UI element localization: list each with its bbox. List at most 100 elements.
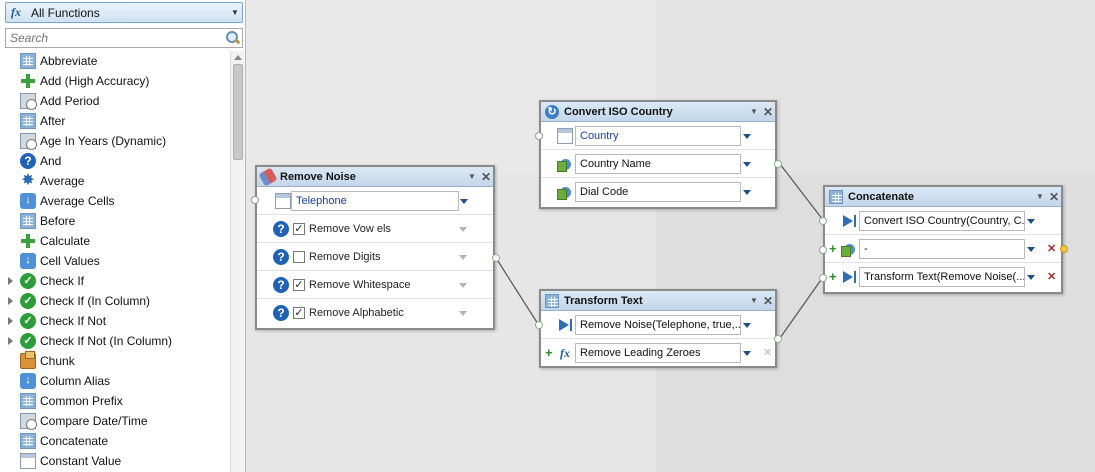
remove-icon[interactable]: ✕ (763, 346, 772, 359)
chevron-down-icon[interactable] (460, 199, 468, 204)
node-header[interactable]: Remove Noise ▼ ✕ (257, 166, 493, 187)
check-circle-icon: ✓ (20, 333, 36, 349)
function-list-item[interactable]: ↓ Cell Values (0, 251, 230, 271)
add-icon[interactable]: + (545, 345, 553, 360)
chevron-down-icon[interactable] (459, 227, 467, 232)
chevron-down-icon[interactable] (743, 190, 751, 195)
close-icon[interactable]: ✕ (1047, 190, 1061, 204)
parameter-field[interactable]: Dial Code (575, 182, 741, 202)
chevron-down-icon[interactable] (743, 323, 751, 328)
chevron-down-icon[interactable] (743, 134, 751, 139)
function-category-dropdown[interactable]: fx All Functions ▼ (5, 2, 243, 23)
close-icon[interactable]: ✕ (761, 105, 775, 119)
function-list-item[interactable]: ✓ Check If (0, 271, 230, 291)
chevron-down-icon[interactable] (1027, 247, 1035, 252)
option-checkbox[interactable] (293, 251, 305, 263)
function-list-item[interactable]: Concatenate (0, 431, 230, 451)
function-list-scrollbar[interactable] (230, 51, 245, 472)
parameter-field[interactable]: - (859, 239, 1025, 259)
function-list-item[interactable]: Calculate (0, 231, 230, 251)
function-list-item[interactable]: Before (0, 211, 230, 231)
workflow-canvas[interactable]: Remove Noise ▼ ✕ Telephone ? ✓ Remove Vow … (246, 0, 1095, 472)
remove-icon[interactable]: ✕ (1047, 270, 1056, 283)
function-list-item[interactable]: ? And (0, 151, 230, 171)
parameter-field[interactable]: Country Name (575, 154, 741, 174)
node-menu-icon[interactable]: ▼ (1033, 192, 1047, 201)
parameter-field[interactable]: Convert ISO Country(Country, C... (859, 211, 1025, 231)
input-port[interactable] (535, 321, 543, 329)
node-header[interactable]: Concatenate ▼ ✕ (825, 187, 1061, 207)
expand-arrow-icon[interactable] (8, 297, 13, 305)
function-list-item[interactable]: Add (High Accuracy) (0, 71, 230, 91)
scroll-up-arrow-icon[interactable] (234, 55, 242, 60)
input-port[interactable] (819, 246, 827, 254)
function-list-item[interactable]: Common Prefix (0, 391, 230, 411)
input-port[interactable] (819, 274, 827, 282)
table-icon (20, 453, 36, 469)
function-sidebar: fx All Functions ▼ Abbreviate Add (High A… (0, 0, 246, 472)
function-list: Abbreviate Add (High Accuracy) Add Period A… (0, 51, 230, 471)
option-checkbox[interactable]: ✓ (293, 307, 305, 319)
function-list-item[interactable]: ✓ Check If (In Column) (0, 291, 230, 311)
node-menu-icon[interactable]: ▼ (747, 107, 761, 116)
chevron-down-icon[interactable] (459, 311, 467, 316)
add-icon[interactable]: + (829, 269, 837, 284)
input-port[interactable] (819, 217, 827, 225)
node-header[interactable]: Transform Text ▼ ✕ (541, 291, 775, 311)
function-list-item[interactable]: ↓ Column Alias (0, 371, 230, 391)
function-search (5, 28, 243, 48)
table-icon (275, 193, 291, 209)
remove-icon[interactable]: ✕ (1047, 242, 1056, 255)
add-icon[interactable]: + (829, 241, 837, 256)
remove-noise-node[interactable]: Remove Noise ▼ ✕ Telephone ? ✓ Remove Vow … (251, 165, 500, 330)
function-list-item[interactable]: ✓ Check If Not (In Column) (0, 331, 230, 351)
output-port[interactable] (492, 254, 500, 262)
chevron-down-icon[interactable] (1027, 219, 1035, 224)
function-list-item[interactable]: Age In Years (Dynamic) (0, 131, 230, 151)
function-list-item-label: Check If Not (In Column) (40, 334, 173, 348)
function-list-item[interactable]: ↓ Average Cells (0, 191, 230, 211)
function-list-item[interactable]: Constant Value (0, 451, 230, 471)
function-list-item[interactable]: Compare Date/Time (0, 411, 230, 431)
parameter-field[interactable]: Remove Leading Zeroes (575, 343, 741, 363)
chevron-down-icon[interactable] (1027, 275, 1035, 280)
close-icon[interactable]: ✕ (479, 170, 493, 184)
node-menu-icon[interactable]: ▼ (465, 172, 479, 181)
option-checkbox[interactable]: ✓ (293, 223, 305, 235)
output-port[interactable] (774, 160, 782, 168)
function-list-item[interactable]: Add Period (0, 91, 230, 111)
parameter-field[interactable]: Remove Noise(Telephone, true,... (575, 315, 741, 335)
chevron-down-icon[interactable] (743, 351, 751, 356)
wire-transform-text-to-concatenate (779, 276, 824, 339)
convert-iso-country-node[interactable]: ↻ Convert ISO Country ▼ ✕ Country Country… (535, 100, 782, 209)
expand-arrow-icon[interactable] (8, 337, 13, 345)
output-port[interactable] (1060, 245, 1068, 253)
fx-icon: fx (11, 5, 21, 19)
function-list-item[interactable]: ✓ Check If Not (0, 311, 230, 331)
parameter-field[interactable]: Transform Text(Remove Noise(... (859, 267, 1025, 287)
transform-text-node[interactable]: Transform Text ▼ ✕ Remove Noise(Telephon… (535, 289, 782, 368)
function-list-item[interactable]: Chunk (0, 351, 230, 371)
node-menu-icon[interactable]: ▼ (747, 296, 761, 305)
function-list-item[interactable]: Abbreviate (0, 51, 230, 71)
expand-arrow-icon[interactable] (8, 277, 13, 285)
input-column-field[interactable]: Telephone (291, 191, 459, 211)
function-list-item[interactable]: ✸ Average (0, 171, 230, 191)
input-port[interactable] (251, 196, 259, 204)
search-input[interactable] (6, 29, 222, 47)
chevron-down-icon[interactable] (459, 283, 467, 288)
function-list-item[interactable]: After (0, 111, 230, 131)
output-port[interactable] (774, 335, 782, 343)
chevron-down-icon[interactable] (743, 162, 751, 167)
concatenate-node[interactable]: Concatenate ▼ ✕ Convert ISO Country(Coun… (819, 185, 1068, 294)
parameter-field[interactable]: Country (575, 126, 741, 146)
scrollbar-thumb[interactable] (233, 64, 243, 160)
close-icon[interactable]: ✕ (761, 294, 775, 308)
chevron-down-icon[interactable] (459, 255, 467, 260)
input-port[interactable] (535, 132, 543, 140)
node-header[interactable]: ↻ Convert ISO Country ▼ ✕ (541, 102, 775, 122)
option-label: Remove Whitespace (309, 279, 411, 291)
expand-arrow-icon[interactable] (8, 317, 13, 325)
search-icon[interactable] (222, 29, 242, 47)
option-checkbox[interactable]: ✓ (293, 279, 305, 291)
